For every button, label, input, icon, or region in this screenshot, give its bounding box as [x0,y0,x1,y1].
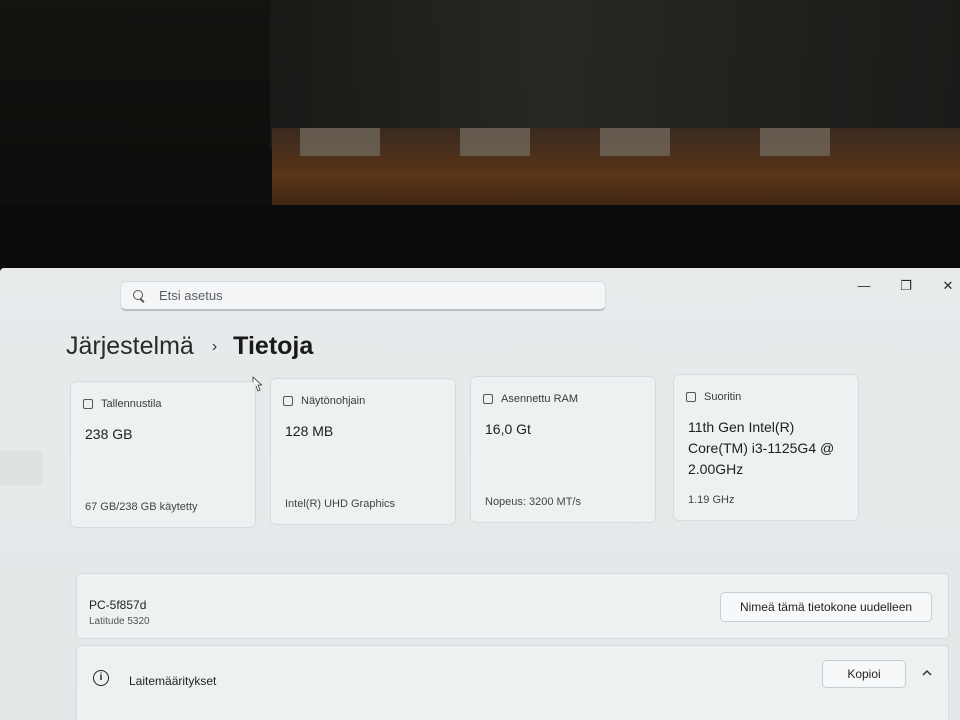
maximize-button[interactable]: ❐ [886,274,926,298]
card-subtitle: 67 GB/238 GB käytetty [85,501,198,513]
card-value: 128 MB [285,423,334,439]
device-name: PC-5f857d [89,598,147,612]
processor-icon [686,392,696,402]
card-title: Asennettu RAM [501,393,579,405]
sidebar-item[interactable] [0,451,42,485]
rename-pc-button[interactable]: Nimeä tämä tietokone uudelleen [720,592,932,622]
card-title: Tallennustila [101,398,162,410]
search-box[interactable] [120,281,606,311]
card-value: 16,0 Gt [485,421,531,437]
device-name-panel: PC-5f857d Latitude 5320 Nimeä tämä tieto… [76,573,949,639]
page-title: Tietoja [233,332,314,360]
breadcrumb-separator-icon: › [211,337,218,355]
info-icon: i [93,670,109,686]
search-input[interactable] [159,288,579,303]
card-subtitle: 1.19 GHz [688,494,735,506]
storage-icon [83,399,93,409]
close-button[interactable]: ✕ [928,274,960,298]
card-value: 11th Gen Intel(R) Core(TM) i3-1125G4 @ 2… [688,419,835,477]
card-title: Suoritin [704,391,742,403]
search-icon [133,289,145,302]
storage-card[interactable]: Tallennustila 238 GB 67 GB/238 GB käytet… [70,381,256,528]
rug-pattern [600,128,670,156]
specs-title: Laitemääritykset [129,674,217,688]
card-subtitle: Intel(R) UHD Graphics [285,498,396,510]
rug-pattern [300,128,380,156]
card-subtitle: Nopeus: 3200 MT/s [485,496,581,508]
device-model: Latitude 5320 [89,616,150,627]
rug-pattern [760,128,830,156]
copy-button[interactable]: Kopioi [822,660,906,688]
breadcrumb-parent[interactable]: Järjestelmä [66,332,194,361]
ram-icon [483,394,493,404]
card-value: 238 GB [85,426,133,442]
breadcrumb: Järjestelmä › Tietoja [66,332,313,361]
display-adapter-card[interactable]: Näytönohjain 128 MB Intel(R) UHD Graphic… [270,378,456,525]
display-adapter-icon [283,396,293,406]
ram-card[interactable]: Asennettu RAM 16,0 Gt Nopeus: 3200 MT/s [470,376,656,523]
device-specs-panel[interactable]: i Laitemääritykset Kopioi [76,645,949,720]
minimize-button[interactable]: — [844,274,884,298]
chevron-up-icon[interactable] [920,666,934,680]
rug-pattern [460,128,530,156]
processor-card[interactable]: Suoritin 11th Gen Intel(R) Core(TM) i3-1… [673,374,859,521]
card-title: Näytönohjain [301,395,366,407]
settings-window: — ❐ ✕ Järjestelmä › Tietoja Tallennustil… [0,268,960,720]
room-background [0,0,960,275]
screen-bezel [0,205,960,275]
